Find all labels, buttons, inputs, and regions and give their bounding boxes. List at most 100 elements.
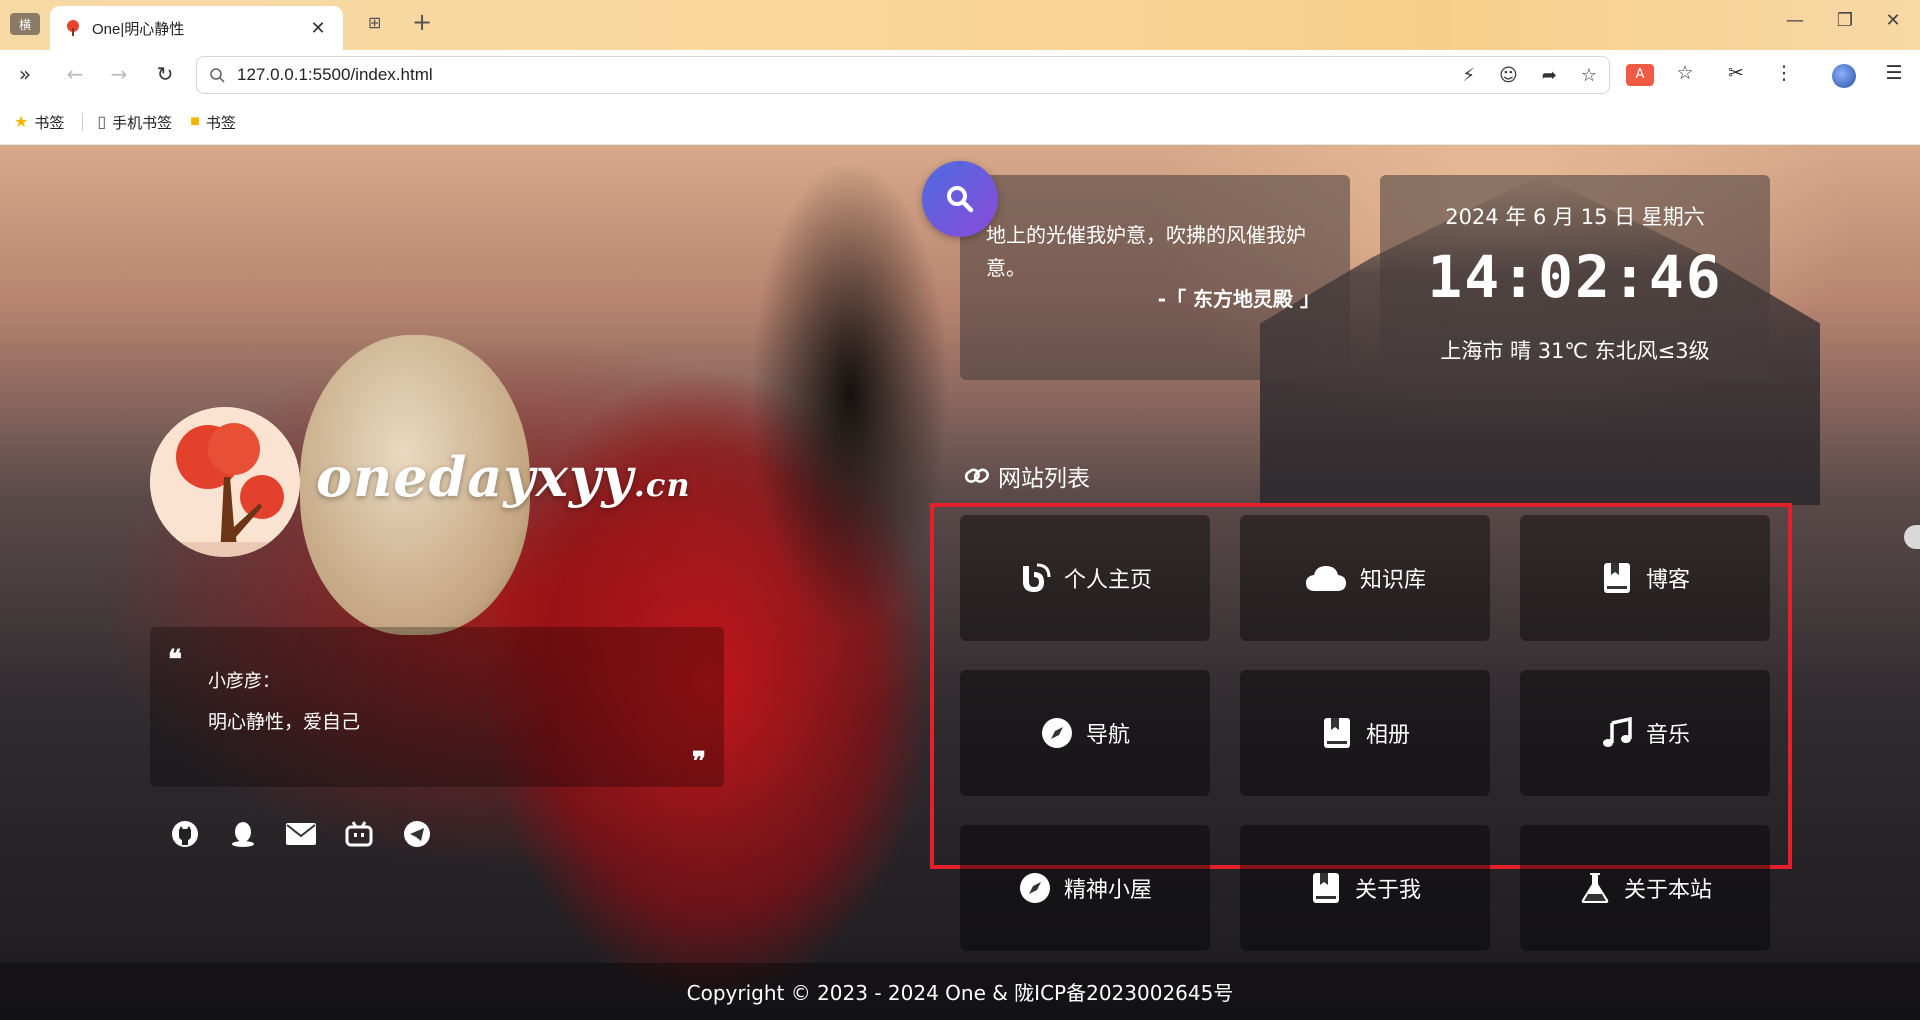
music-note-icon <box>1600 716 1634 750</box>
hitokoto-source: -「 东方地灵殿 」 <box>1157 287 1320 311</box>
telegram-icon[interactable] <box>400 817 434 851</box>
tree-favicon-icon <box>67 20 79 36</box>
site-label: 个人主页 <box>1063 568 1152 593</box>
quote-text: 明心静性，爱自己 <box>208 711 361 733</box>
search-icon <box>947 186 974 213</box>
bookmarks-bar: ★ 书签 ▯ 手机书签 ■ 书签 <box>0 100 1920 145</box>
bilibili-icon[interactable] <box>342 817 376 851</box>
github-icon[interactable] <box>168 817 202 851</box>
bookmark-item-folder[interactable]: ■ 书签 <box>190 112 236 133</box>
reader-icon[interactable]: ☺ <box>1499 65 1518 86</box>
social-links <box>168 817 434 851</box>
book-icon <box>1309 871 1343 905</box>
site-label: 精神小屋 <box>1063 878 1152 903</box>
back-icon[interactable]: ← <box>60 62 90 86</box>
red-tree-logo-icon <box>150 407 300 557</box>
window-close-icon[interactable]: ✕ <box>1878 10 1908 31</box>
background-photo-hair <box>750 165 960 685</box>
forward-icon[interactable]: → <box>104 62 134 86</box>
scissors-icon[interactable]: ✂ <box>1722 62 1750 84</box>
hitokoto-card: 地上的光催我妒意，吹拂的风催我妒意。 -「 东方地灵殿 」 <box>960 175 1350 380</box>
profile-avatar[interactable] <box>1832 64 1856 88</box>
site-label: 博客 <box>1645 568 1690 593</box>
pdf-extension-icon[interactable]: A <box>1626 64 1654 86</box>
close-quote-icon: ❞ <box>692 747 706 777</box>
site-label: 关于我 <box>1354 878 1421 903</box>
bookmark-label: 书签 <box>34 114 65 132</box>
site-card-blog[interactable]: 博客 <box>1520 515 1770 641</box>
sites-section-title: 网站列表 <box>964 459 1090 493</box>
bookmark-item-favorites[interactable]: ★ 书签 <box>14 112 64 133</box>
tab-title: One|明心静性 <box>92 20 185 38</box>
lightning-icon[interactable]: ⚡ <box>1462 65 1475 86</box>
browser-nav-bar: » ← → ↻ 127.0.0.1:5500/index.html ⚡ ☺ ➦ … <box>0 50 1920 100</box>
site-label: 相册 <box>1365 723 1410 748</box>
footer-copyright: Copyright © 2023 - 2024 One & 陇ICP备20230… <box>686 981 1234 1005</box>
qq-icon[interactable] <box>226 817 260 851</box>
phone-icon: ▯ <box>97 114 107 131</box>
minimize-icon[interactable]: — <box>1780 10 1810 31</box>
compass-icon <box>1018 871 1052 905</box>
site-label: 关于本站 <box>1623 878 1712 903</box>
page-footer: Copyright © 2023 - 2024 One & 陇ICP备20230… <box>0 963 1920 1020</box>
folder-icon: ■ <box>190 113 200 130</box>
search-button[interactable] <box>922 161 998 237</box>
share-icon[interactable]: ➦ <box>1542 65 1557 86</box>
sites-title-text: 网站列表 <box>998 466 1090 492</box>
site-label: 音乐 <box>1645 723 1690 748</box>
main-menu-icon[interactable]: ☰ <box>1880 62 1908 84</box>
more-menu-icon[interactable]: ⋮ <box>1770 62 1798 84</box>
site-card-spirit-cabin[interactable]: 精神小屋 <box>960 825 1210 951</box>
compass-icon <box>1040 716 1074 750</box>
site-card-knowledge-base[interactable]: 知识库 <box>1240 515 1490 641</box>
email-icon[interactable] <box>284 817 318 851</box>
site-label: 导航 <box>1085 723 1130 748</box>
browser-tab-active[interactable]: One|明心静性 ✕ <box>50 6 343 50</box>
reload-icon[interactable]: ↻ <box>150 62 180 86</box>
scroll-handle[interactable] <box>1904 525 1920 549</box>
new-tab-button[interactable]: + <box>412 8 432 36</box>
link-icon <box>964 468 989 483</box>
flask-icon <box>1578 871 1612 905</box>
bookmark-item-mobile[interactable]: ▯ 手机书签 <box>97 112 172 133</box>
site-card-album[interactable]: 相册 <box>1240 670 1490 796</box>
site-card-about-site[interactable]: 关于本站 <box>1520 825 1770 951</box>
site-label: 知识库 <box>1359 568 1426 593</box>
date-text: 2024 年 6 月 15 日 星期六 <box>1445 205 1705 229</box>
site-logo-text: onedayxyy.cn <box>316 445 691 509</box>
site-card-about-me[interactable]: 关于我 <box>1240 825 1490 951</box>
site-avatar <box>150 407 300 557</box>
time-weather-card: 2024 年 6 月 15 日 星期六 14:02:46 上海市 晴 31℃ 东… <box>1380 175 1770 380</box>
site-card-homepage[interactable]: 个人主页 <box>960 515 1210 641</box>
weather-text: 上海市 晴 31℃ 东北风≤3级 <box>1440 339 1710 363</box>
bookmark-star-add-icon[interactable]: ☆ <box>1581 65 1597 86</box>
cloud-icon <box>1304 561 1348 595</box>
logo-main-text: onedayxyy <box>316 445 634 509</box>
site-card-music[interactable]: 音乐 <box>1520 670 1770 796</box>
book-icon <box>1320 716 1354 750</box>
restore-icon[interactable]: ❐ <box>1830 10 1860 31</box>
browser-tab-bar: 横 One|明心静性 ✕ ⊞ + — ❐ ✕ <box>0 0 1920 50</box>
page-viewport: onedayxyy.cn ❝ 小彦彦： 明心静性，爱自己 ❞ 地上的光催我妒意，… <box>0 145 1920 1020</box>
site-card-navigation[interactable]: 导航 <box>960 670 1210 796</box>
address-bar[interactable]: 127.0.0.1:5500/index.html ⚡ ☺ ➦ ☆ <box>196 56 1610 94</box>
book-icon <box>1600 561 1634 595</box>
hitokoto-text: 地上的光催我妒意，吹拂的风催我妒意。 <box>986 223 1306 280</box>
bookmark-label: 书签 <box>205 114 236 132</box>
bookmark-label: 手机书签 <box>112 114 173 132</box>
quote-author: 小彦彦： <box>208 671 280 692</box>
sidebar-toggle-icon[interactable]: » <box>10 62 40 86</box>
tab-menu-button[interactable]: 横 <box>10 13 40 35</box>
address-url[interactable]: 127.0.0.1:5500/index.html <box>237 65 1438 85</box>
bookmark-separator <box>82 113 84 131</box>
open-quote-icon: ❝ <box>168 645 182 675</box>
favorites-icon[interactable]: ☆ <box>1671 62 1699 84</box>
logo-suffix-text: .cn <box>633 466 691 504</box>
blog-rss-icon <box>1018 561 1052 595</box>
tab-close-icon[interactable]: ✕ <box>307 18 329 39</box>
tab-group-icon[interactable]: ⊞ <box>368 13 381 32</box>
star-icon: ★ <box>14 114 29 131</box>
clock-text: 14:02:46 <box>1427 243 1723 311</box>
quote-card: ❝ 小彦彦： 明心静性，爱自己 ❞ <box>150 627 724 787</box>
search-icon <box>210 68 225 83</box>
